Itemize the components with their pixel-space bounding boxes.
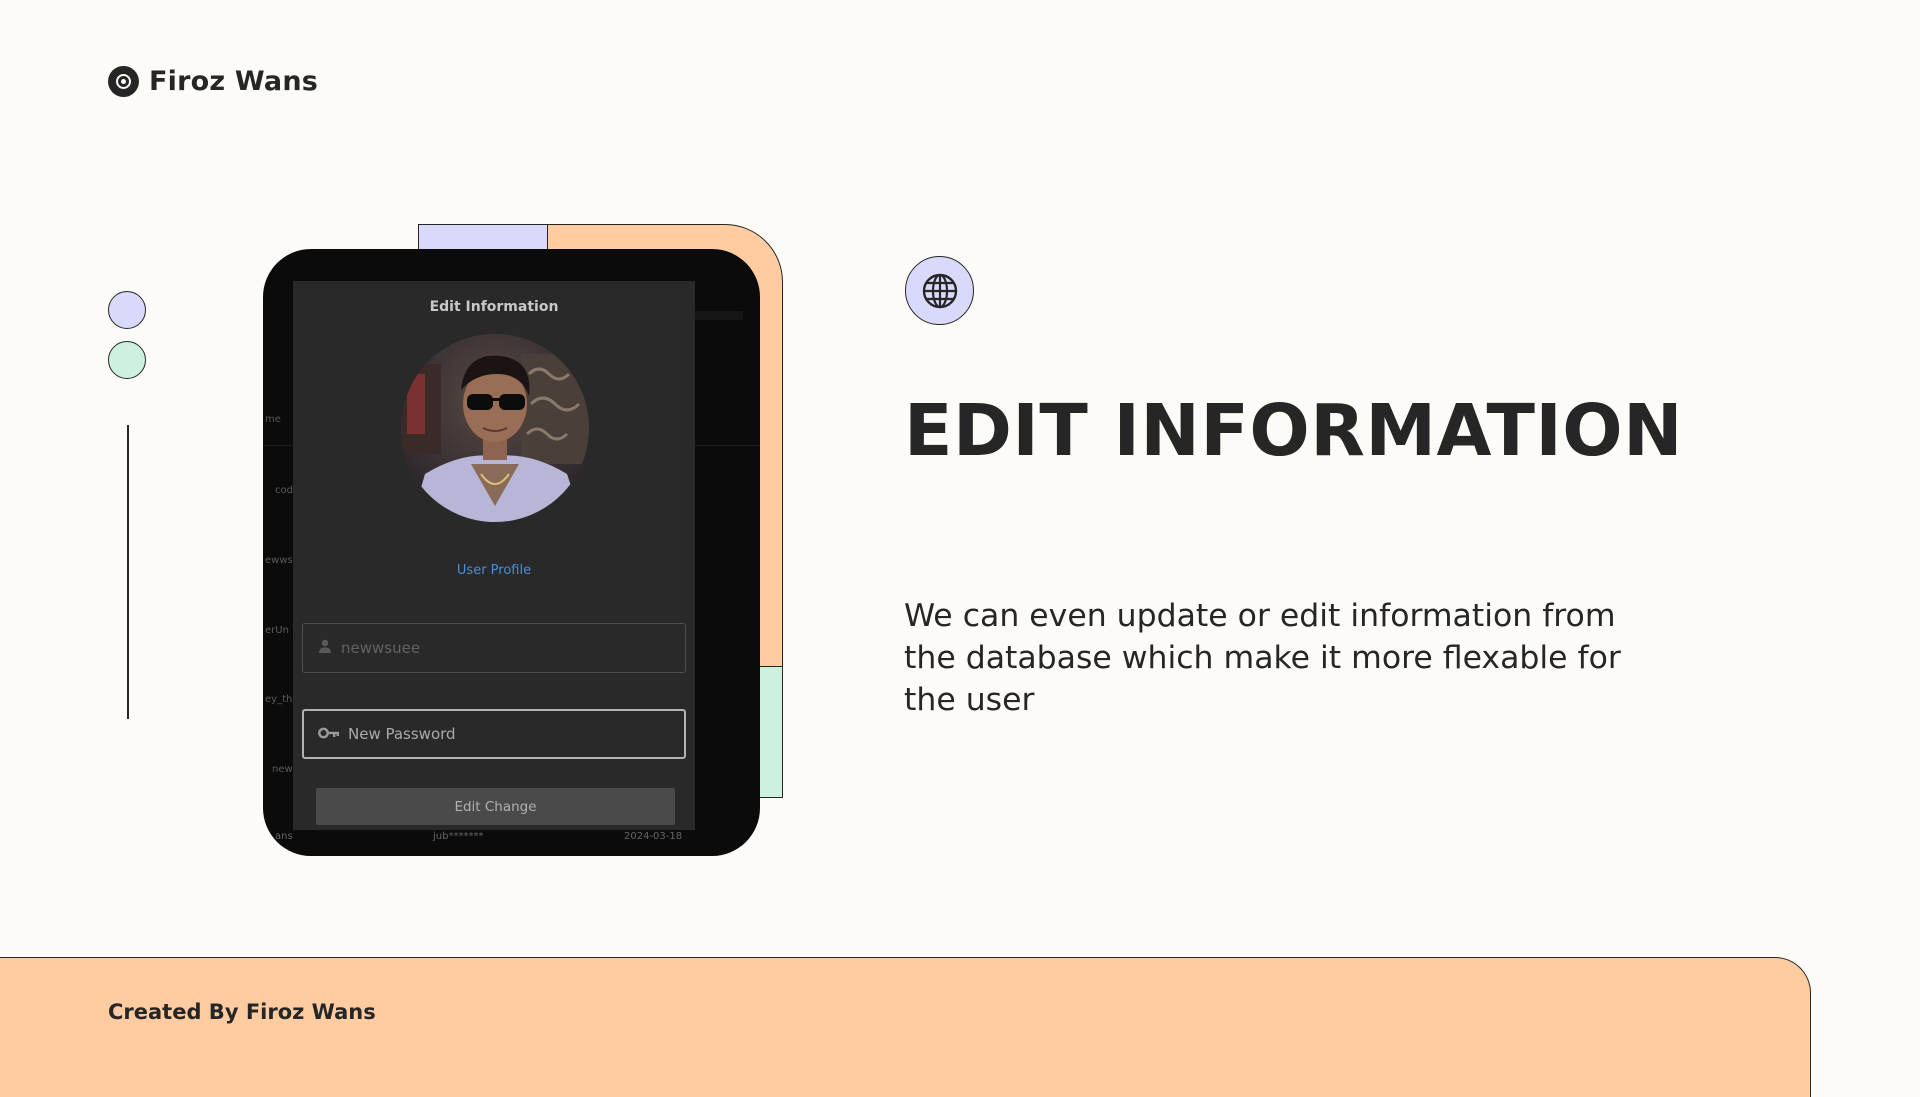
description-text: We can even update or edit information f… (904, 598, 1621, 718)
background-row-fragment: ewws (265, 555, 293, 566)
decor-dot-mint (108, 341, 146, 379)
background-row-fragment: erUn (265, 625, 289, 636)
modal-title: Edit Information (429, 299, 559, 315)
key-icon (318, 725, 340, 744)
background-row-password: jub******* (433, 831, 484, 842)
background-row-fragment: ey_th (265, 694, 293, 705)
person-icon (317, 638, 333, 658)
username-field[interactable] (302, 623, 686, 673)
username-input[interactable] (341, 639, 641, 657)
avatar-photo (401, 334, 589, 522)
target-circle-icon (108, 66, 139, 97)
password-field[interactable] (302, 709, 686, 759)
edit-information-modal: Edit Information User Profile newwsuee E… (293, 281, 695, 830)
footer: Created By Firoz Wans (0, 957, 1811, 1097)
globe-badge (905, 256, 974, 325)
page-heading: EDIT INFORMATION (904, 389, 1684, 472)
brand: Firoz Wans (108, 66, 318, 97)
background-row-date: 2024-03-18 (624, 831, 683, 842)
background-row-fragment: new (272, 764, 293, 775)
user-profile-link[interactable]: User Profile (293, 563, 695, 578)
brand-name: Firoz Wans (149, 66, 319, 97)
phone-mockup: me cod ewws erUn ey_th new Edit Informat… (263, 249, 760, 856)
decor-block-mint (756, 666, 783, 798)
decor-vertical-line (127, 425, 129, 719)
background-row-fragment: cod (275, 485, 293, 496)
edit-change-button[interactable]: Edit Change (316, 788, 675, 825)
decor-dot-lavender (108, 291, 146, 329)
background-row-name: ans (275, 831, 293, 842)
background-row-fragment: me (265, 414, 281, 425)
footer-credit: Created By Firoz Wans (108, 1000, 376, 1024)
globe-icon (922, 273, 957, 308)
new-password-input[interactable] (348, 725, 648, 743)
avatar[interactable] (401, 334, 589, 522)
